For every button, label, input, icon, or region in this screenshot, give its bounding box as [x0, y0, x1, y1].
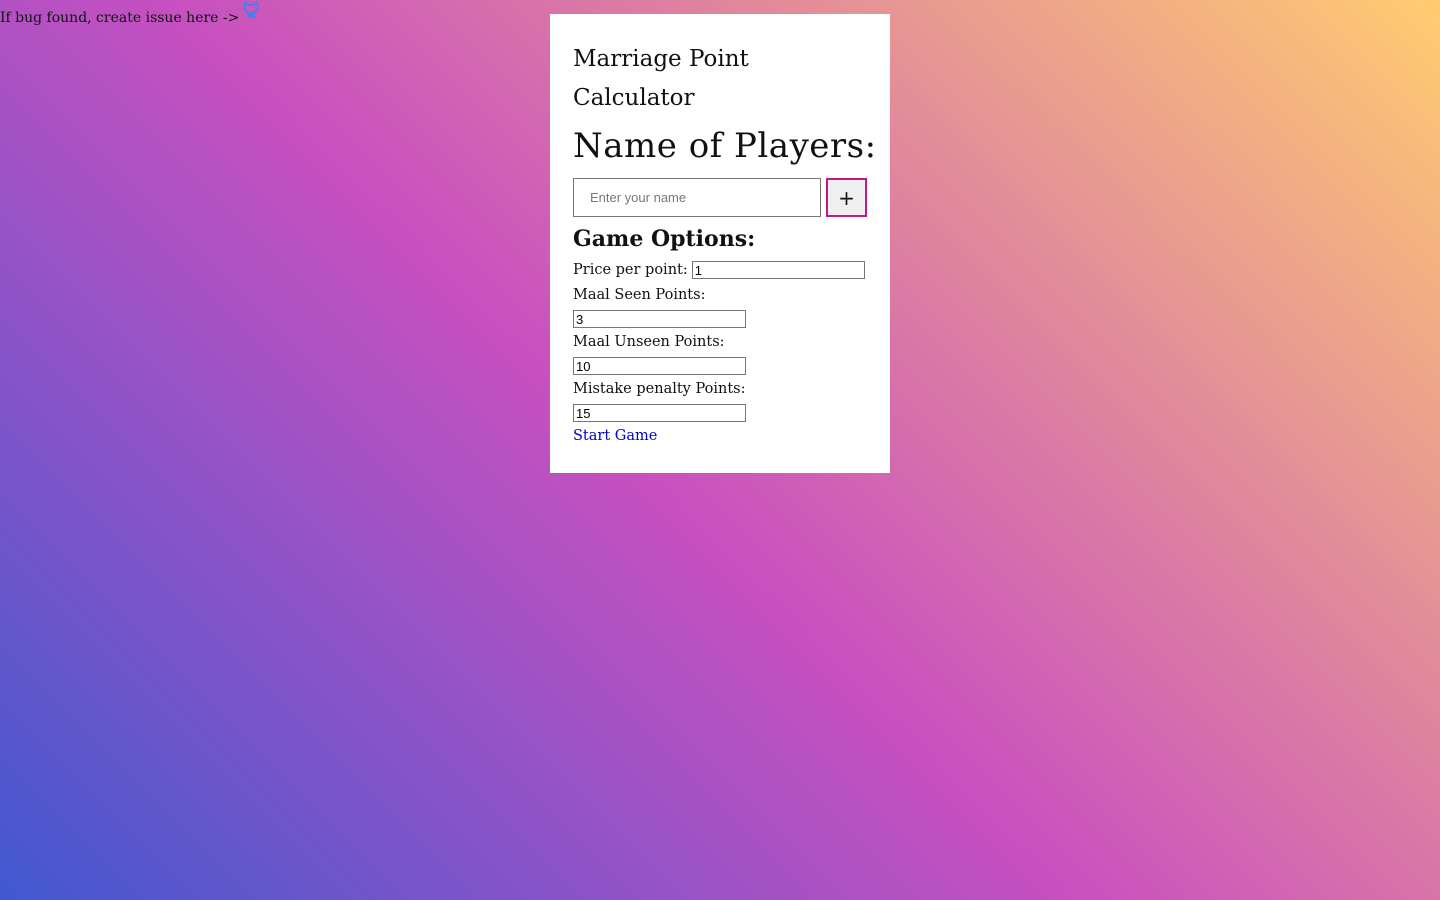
- mistake-penalty-input[interactable]: [573, 404, 746, 422]
- bug-report-text: If bug found, create issue here ->: [0, 10, 240, 26]
- price-per-point-label: Price per point:: [573, 262, 688, 278]
- maal-seen-row: Maal Seen Points:: [573, 284, 867, 328]
- maal-seen-input[interactable]: [573, 310, 746, 328]
- mistake-penalty-row: Mistake penalty Points:: [573, 378, 867, 422]
- app-title: Marriage Point Calculator: [573, 46, 749, 111]
- maal-unseen-row: Maal Unseen Points:: [573, 331, 867, 375]
- mistake-penalty-label: Mistake penalty Points:: [573, 381, 746, 397]
- player-name-input[interactable]: [573, 178, 821, 217]
- price-per-point-row: Price per point:: [573, 259, 867, 281]
- player-name-row: +: [573, 178, 867, 217]
- maal-seen-label: Maal Seen Points:: [573, 287, 706, 303]
- players-heading: Name of Players:: [573, 126, 877, 166]
- calculator-card: Marriage Point Calculator Name of Player…: [550, 14, 890, 473]
- maal-unseen-input[interactable]: [573, 357, 746, 375]
- start-game-link[interactable]: Start Game: [573, 428, 657, 444]
- maal-unseen-label: Maal Unseen Points:: [573, 334, 725, 350]
- add-player-button[interactable]: +: [826, 178, 867, 217]
- github-icon[interactable]: [241, 0, 261, 20]
- bug-report-banner: If bug found, create issue here ->: [0, 1, 261, 28]
- game-options-heading: Game Options:: [573, 226, 756, 252]
- price-per-point-input[interactable]: [691, 261, 865, 279]
